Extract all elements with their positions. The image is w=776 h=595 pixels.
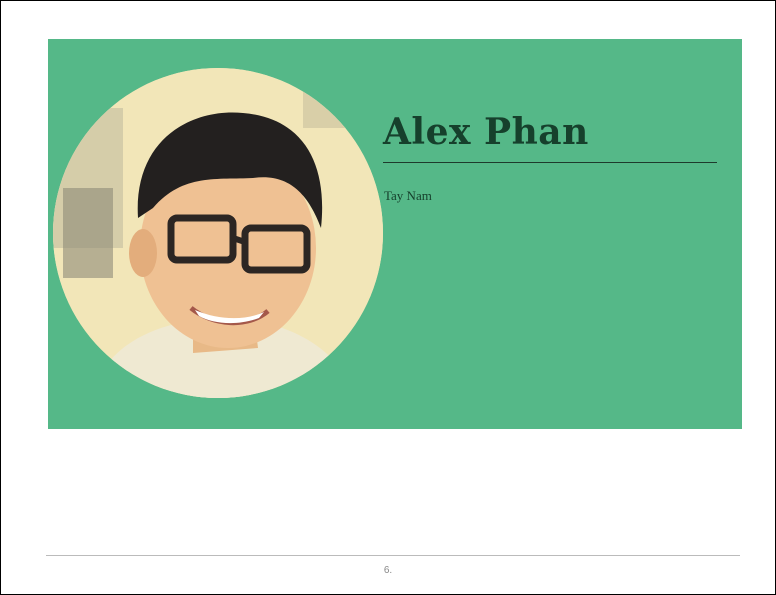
footer-divider (46, 555, 740, 556)
profile-subtitle: Tay Nam (384, 188, 432, 203)
person-portrait-icon (53, 68, 383, 398)
slide: Alex Phan Tay Nam 6. (0, 0, 776, 595)
page-number: 6. (383, 565, 393, 576)
profile-name: Alex Phan (383, 111, 589, 153)
name-divider (383, 162, 717, 163)
profile-photo (53, 68, 383, 398)
